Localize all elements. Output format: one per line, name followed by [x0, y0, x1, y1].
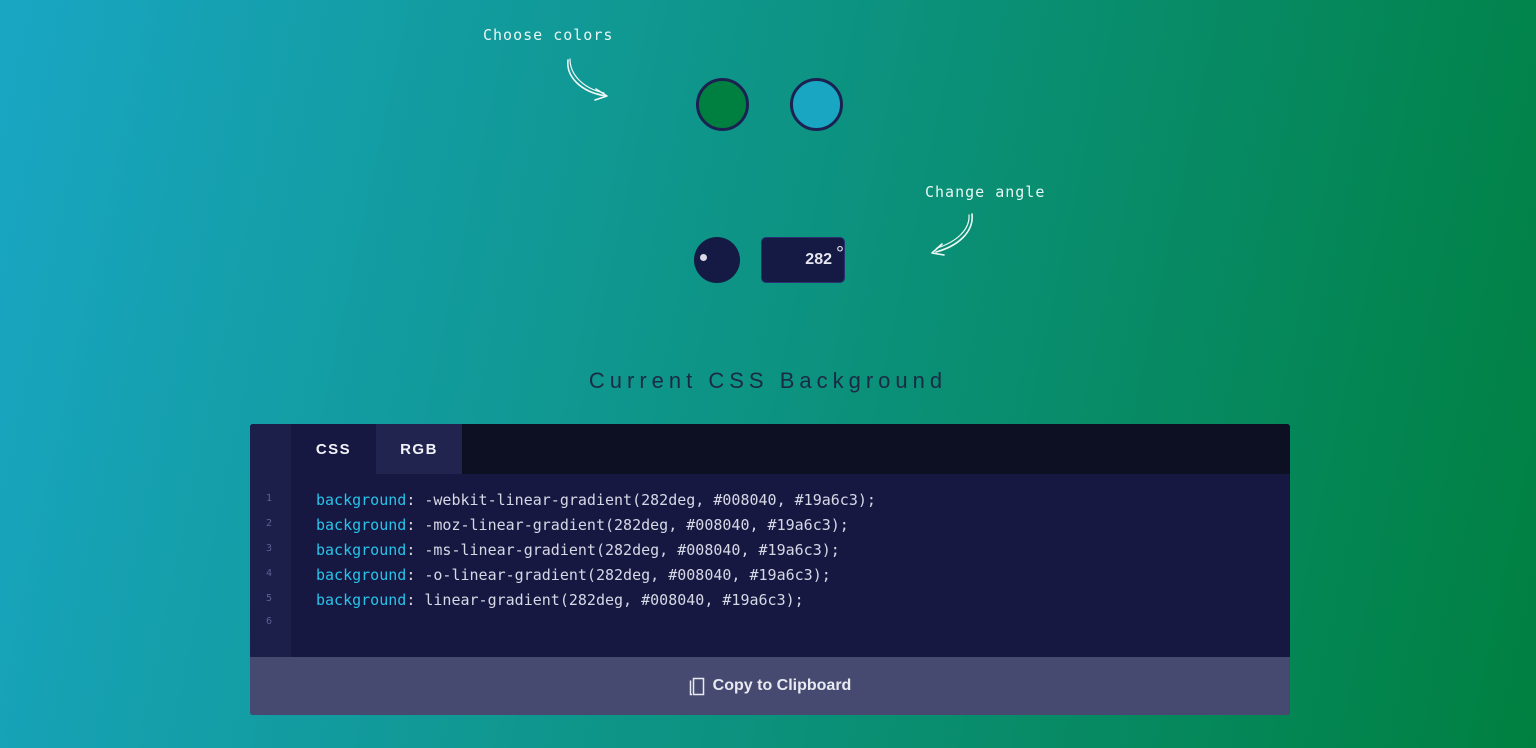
color-picker-second[interactable]	[790, 78, 843, 131]
angle-dial-handle[interactable]	[700, 254, 707, 261]
line-number: 5	[266, 593, 273, 604]
css-value: : linear-gradient(282deg, #008040, #19a6…	[406, 591, 804, 609]
color-picker-first[interactable]	[696, 78, 749, 131]
tab-rgb[interactable]: RGB	[376, 424, 462, 474]
line-number: 1	[266, 493, 273, 504]
css-value: : -moz-linear-gradient(282deg, #008040, …	[406, 516, 849, 534]
copy-icon	[689, 677, 704, 695]
degree-symbol: °	[836, 242, 844, 265]
gutter-header	[250, 424, 291, 474]
change-angle-hint: Change angle	[925, 183, 1046, 201]
css-property: background	[316, 541, 407, 559]
code-line: background: -moz-linear-gradient(282deg,…	[316, 516, 849, 534]
css-value: : -ms-linear-gradient(282deg, #008040, #…	[406, 541, 840, 559]
code-line: background: linear-gradient(282deg, #008…	[316, 591, 804, 609]
css-value: : -webkit-linear-gradient(282deg, #00804…	[406, 491, 876, 509]
curved-arrow-icon	[931, 213, 973, 256]
code-line: background: -o-linear-gradient(282deg, #…	[316, 566, 831, 584]
code-line: background: -ms-linear-gradient(282deg, …	[316, 541, 840, 559]
copy-to-clipboard-button[interactable]: Copy to Clipboard	[250, 657, 1290, 715]
copy-button-label: Copy to Clipboard	[712, 677, 852, 694]
angle-input-box: °	[761, 237, 845, 283]
choose-colors-hint: Choose colors	[483, 26, 614, 44]
line-number: 6	[266, 616, 273, 627]
code-line: background: -webkit-linear-gradient(282d…	[316, 491, 876, 509]
css-property: background	[316, 591, 407, 609]
line-number: 4	[266, 568, 273, 579]
curved-arrow-icon	[567, 58, 608, 101]
line-number: 2	[266, 518, 273, 529]
css-property: background	[316, 516, 407, 534]
code-panel: CSS RGB 1 2 3 4 5 6 background: -webkit-…	[250, 424, 1290, 715]
tab-css[interactable]: CSS	[291, 424, 376, 474]
line-number: 3	[266, 543, 273, 554]
css-property: background	[316, 566, 407, 584]
section-title: Current CSS Background	[588, 368, 948, 393]
angle-input[interactable]	[776, 251, 832, 269]
css-property: background	[316, 491, 407, 509]
css-value: : -o-linear-gradient(282deg, #008040, #1…	[406, 566, 831, 584]
angle-dial[interactable]	[694, 237, 740, 283]
